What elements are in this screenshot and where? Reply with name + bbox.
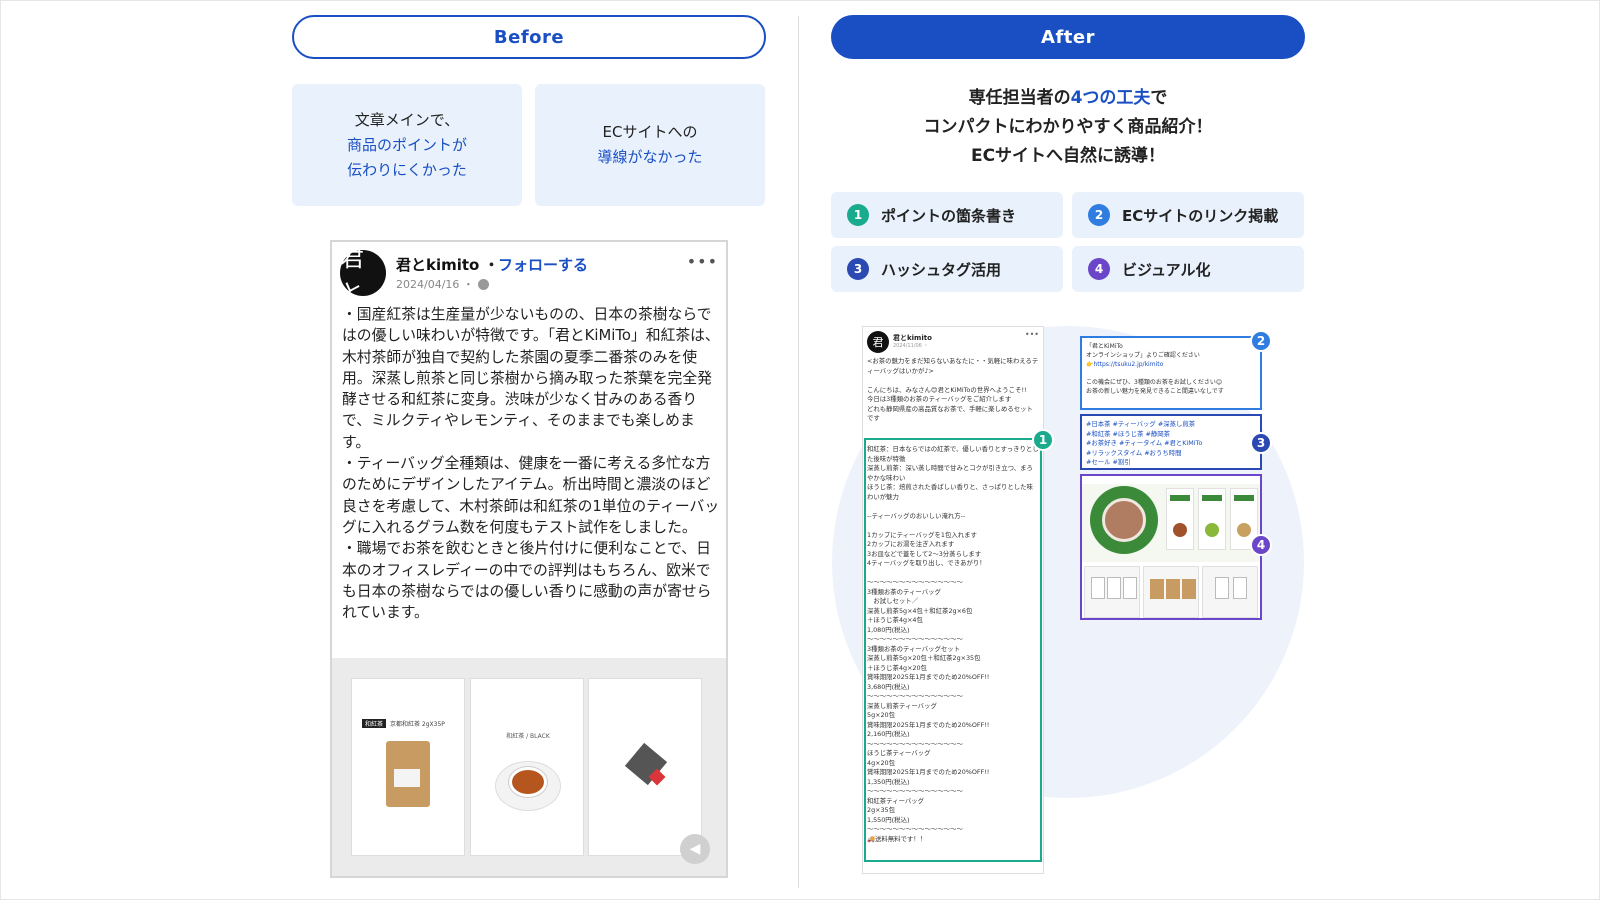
name-separator: ・ [484,256,500,274]
headline-line2: コンパクトにわかりやすく商品紹介！ [923,117,1213,137]
post-date: 2024/04/16 ・ [396,276,489,292]
gallery-image-tea-pouch[interactable]: 和紅茶 京都和紅茶 2gX35P [351,678,465,856]
problem-1-line2: 商品のポイントが [346,135,467,154]
point-hashtags: 3 ハッシュタグ活用 [831,246,1063,292]
before-label: Before [292,15,766,59]
tea-cup-icon [509,767,547,797]
mini-post-date: 2024/11/06 ・ [893,343,929,349]
problem-1-line3: 伝わりにくかった [347,160,467,179]
point-1-label: ポイントの箇条書き [881,206,1017,225]
before-facebook-post: 君と 君とkimito ・ フォローする 2024/04/16 ・ ••• ・国… [330,240,728,878]
point-4-label: ビジュアル化 [1122,260,1211,279]
product-item-sencha [1198,488,1226,550]
point-ec-link: 2 ECサイトのリンク掲載 [1072,192,1304,238]
after-label: After [831,15,1305,59]
mini-avatar[interactable]: 君 [867,331,889,353]
after-headline: 専任担当者の4つの工夫で コンパクトにわかりやすく商品紹介！ ECサイトへ自然に… [831,84,1305,171]
comparison-canvas [0,0,1600,900]
gallery-image-tea-bag[interactable] [588,678,702,856]
post-body-text: ・国産紅茶は生産量が少ないものの、日本の茶樹ならではの優しい味わいが特徴です。「… [342,306,720,622]
problem-1-line1: 文章メインで、 [354,110,460,129]
point-bullet-list: 1 ポイントの箇条書き [831,192,1063,238]
badge-1: 1 [1032,429,1054,451]
problem-2-line1: ECサイトへの [602,123,698,141]
globe-icon [477,278,489,290]
center-divider [798,16,799,888]
problem-2-line2: 導線がなかった [597,148,703,166]
headline-line1: 専任担当者の4つの工夫で [968,88,1168,108]
visual-image-card[interactable] [1080,474,1262,620]
gallery-image-1-label: 和紅茶 京都和紅茶 2gX35P [362,719,445,728]
post-author-name[interactable]: 君とkimito [396,254,479,275]
badge-3: 3 [1250,432,1272,454]
post-date-text: 2024/04/16 ・ [396,278,474,291]
mini-more-options-icon[interactable]: ••• [1025,330,1039,339]
point-2-number: 2 [1088,204,1110,226]
package-photo-3 [1202,566,1258,618]
package-photo-1 [1084,566,1140,618]
point-3-number: 3 [847,258,869,280]
headline-line3: ECサイトへ自然に誘導！ [970,146,1166,166]
point-4-number: 4 [1088,258,1110,280]
volume-icon[interactable]: ◀ [680,834,710,864]
highlight-bullets [864,438,1042,862]
more-options-icon[interactable]: ••• [687,252,718,271]
badge-2: 2 [1250,330,1272,352]
point-3-label: ハッシュタグ活用 [881,260,1002,279]
hashtag-card: #日本茶 #ティーバッグ #深蒸し煎茶 #和紅茶 #ほうじ茶 #静岡茶 #お茶好… [1080,414,1262,470]
banner-header [1082,476,1260,484]
post-image-gallery: 和紅茶 京都和紅茶 2gX35P 和紅茶 / BLACK ◀ [332,658,726,876]
ec-site-link[interactable]: 👉https://tsuku2.jp/kimito [1086,361,1163,368]
pouch-label-icon [394,769,420,787]
avatar[interactable]: 君と [340,244,386,307]
tea-cup-icon [1102,498,1146,542]
mini-post-intro: <お茶の魅力をまだ知らないあなたに・・気軽に味わえるティーバッグはいかが♪> こ… [867,357,1039,422]
product-item-black-tea [1166,488,1194,550]
gallery-image-tea-cup[interactable]: 和紅茶 / BLACK [470,678,584,856]
point-2-label: ECサイトのリンク掲載 [1122,206,1279,225]
problem-box-no-ec-link: ECサイトへの 導線がなかった [535,84,765,206]
point-visual: 4 ビジュアル化 [1072,246,1304,292]
point-1-number: 1 [847,204,869,226]
ec-link-card: 「君とKiMiTo オンラインショップ」よりご確認ください 👉https://t… [1080,336,1262,410]
problem-box-text-heavy: 文章メインで、 商品のポイントが 伝わりにくかった [292,84,522,206]
package-photo-2 [1143,566,1199,618]
gallery-image-2-label: 和紅茶 / BLACK [506,733,550,740]
badge-4: 4 [1250,534,1272,556]
follow-button[interactable]: フォローする [498,254,588,275]
